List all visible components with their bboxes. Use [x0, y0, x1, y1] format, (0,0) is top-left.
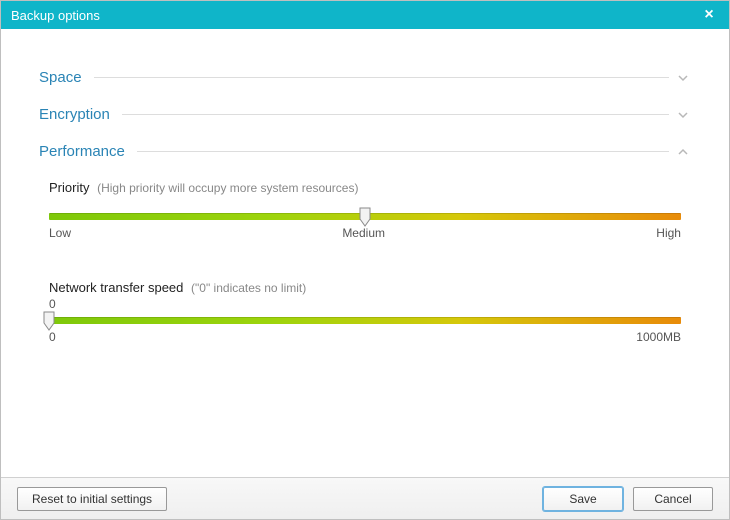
section-space-header[interactable]: Space — [39, 69, 691, 86]
transfer-scale-max: 1000MB — [636, 330, 681, 344]
transfer-scale-min: 0 — [49, 330, 56, 344]
priority-field: Priority (High priority will occupy more… — [49, 180, 681, 240]
transfer-current-value: 0 — [49, 297, 681, 311]
priority-scale-low: Low — [49, 226, 71, 240]
transfer-scale: 0 1000MB — [49, 330, 681, 344]
priority-scale: Low Medium High — [49, 226, 681, 240]
save-button[interactable]: Save — [543, 487, 623, 511]
priority-scale-high: High — [656, 226, 681, 240]
transfer-label-row: Network transfer speed ("0" indicates no… — [49, 280, 681, 295]
footer: Reset to initial settings Save Cancel — [1, 477, 729, 519]
section-performance: Performance Priority (High priority will… — [39, 143, 691, 344]
section-encryption-header[interactable]: Encryption — [39, 106, 691, 123]
titlebar: Backup options × — [1, 1, 729, 29]
close-icon[interactable]: × — [699, 5, 719, 25]
slider-track — [49, 317, 681, 324]
section-encryption-title: Encryption — [39, 106, 110, 123]
cancel-button[interactable]: Cancel — [633, 487, 713, 511]
transfer-hint: ("0" indicates no limit) — [191, 281, 306, 295]
transfer-slider[interactable] — [49, 317, 681, 324]
priority-label-row: Priority (High priority will occupy more… — [49, 180, 681, 195]
section-divider — [122, 114, 669, 115]
section-encryption: Encryption — [39, 106, 691, 123]
section-performance-title: Performance — [39, 143, 125, 160]
backup-options-window: Backup options × Space Encryption — [0, 0, 730, 520]
priority-scale-medium: Medium — [342, 226, 385, 240]
section-performance-body: Priority (High priority will occupy more… — [39, 160, 691, 344]
section-performance-header[interactable]: Performance — [39, 143, 691, 160]
priority-slider[interactable] — [49, 213, 681, 220]
transfer-field: Network transfer speed ("0" indicates no… — [49, 280, 681, 344]
reset-button[interactable]: Reset to initial settings — [17, 487, 167, 511]
priority-slider-thumb[interactable] — [359, 207, 371, 227]
window-title: Backup options — [11, 8, 699, 23]
transfer-slider-thumb[interactable] — [43, 311, 55, 331]
chevron-down-icon — [675, 107, 691, 123]
chevron-up-icon — [675, 144, 691, 160]
section-space-title: Space — [39, 69, 82, 86]
priority-hint: (High priority will occupy more system r… — [97, 181, 358, 195]
priority-label: Priority — [49, 180, 89, 195]
section-divider — [94, 77, 669, 78]
chevron-down-icon — [675, 70, 691, 86]
content-area: Space Encryption Performance — [1, 29, 729, 477]
section-space: Space — [39, 69, 691, 86]
section-divider — [137, 151, 669, 152]
transfer-label: Network transfer speed — [49, 280, 183, 295]
